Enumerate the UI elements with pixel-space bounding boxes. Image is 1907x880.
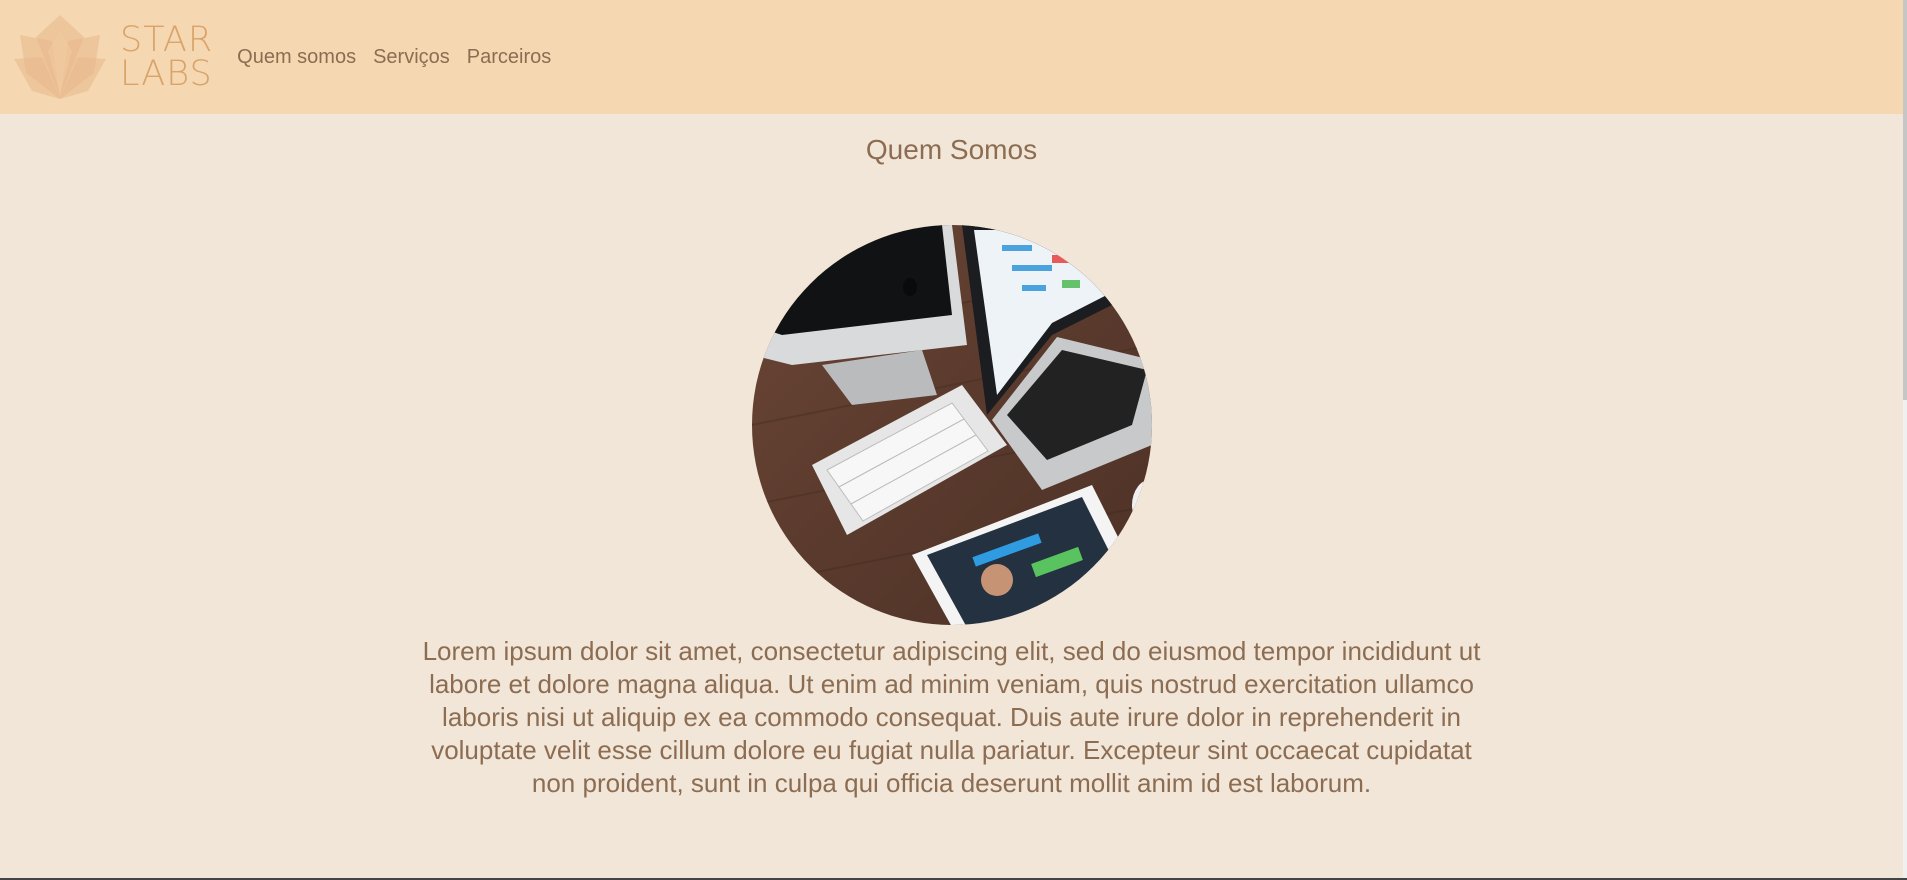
top-navbar: STAR LABS Quem somos Serviços Parceiros <box>0 0 1903 114</box>
brand-logo[interactable]: STAR LABS <box>12 11 213 103</box>
desk-devices-photo <box>751 225 1152 625</box>
scrollbar-thumb[interactable] <box>1903 0 1907 400</box>
brand-line-labs: LABS <box>120 54 213 94</box>
about-paragraph: Lorem ipsum dolor sit amet, consectetur … <box>422 636 1481 798</box>
nav-link-parceiros[interactable]: Parceiros <box>467 46 551 69</box>
nav-link-servicos[interactable]: Serviços <box>373 46 450 69</box>
page-scrollbar[interactable] <box>1903 0 1907 880</box>
brand-line-star: STAR <box>120 20 214 60</box>
about-section: Quem Somos Lorem ipsum dolor sit amet, c… <box>0 114 1903 826</box>
page-title: Quem Somos <box>865 134 1038 165</box>
lotus-logo-icon <box>14 15 106 99</box>
main-nav: Quem somos Serviços Parceiros <box>237 46 551 69</box>
nav-link-quem-somos[interactable]: Quem somos <box>237 46 356 69</box>
brand-name: STAR LABS <box>120 20 214 94</box>
